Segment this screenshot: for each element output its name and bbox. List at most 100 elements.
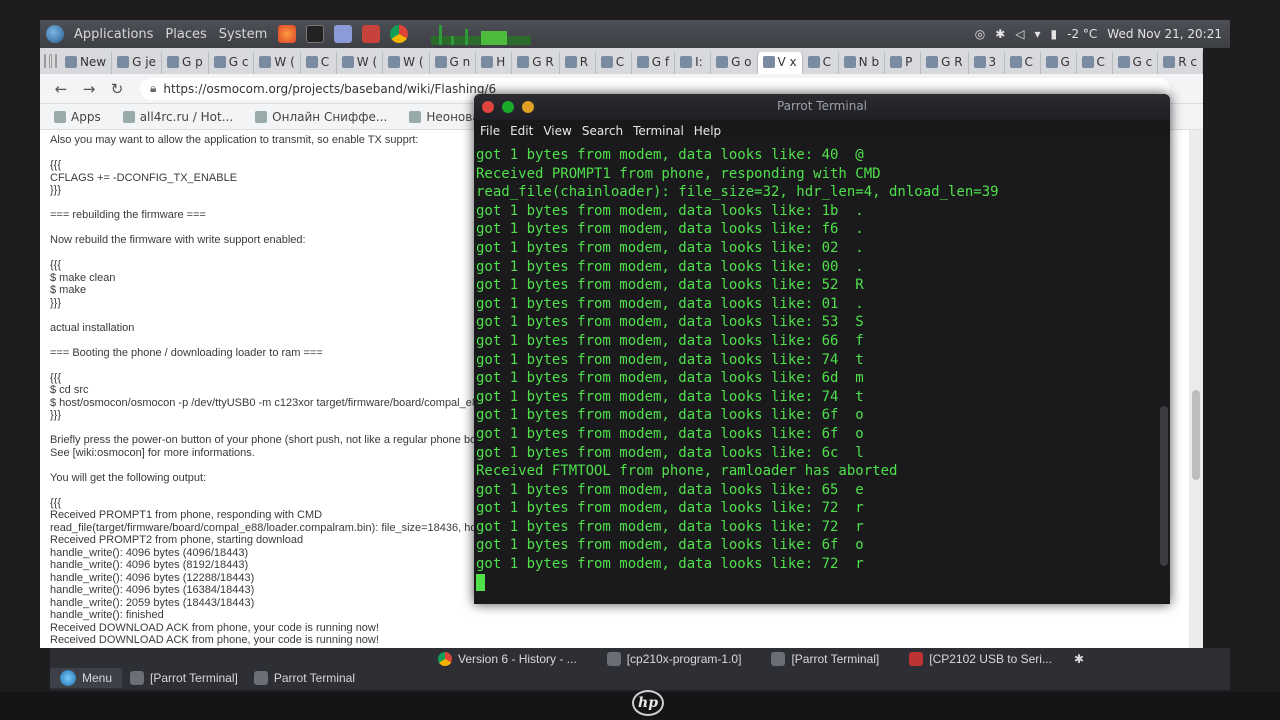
menu-help[interactable]: Help: [694, 124, 721, 138]
browser-tab[interactable]: G o: [711, 52, 758, 74]
browser-tab[interactable]: W (: [254, 52, 301, 74]
terminal-output-line: got 1 bytes from modem, data looks like:…: [476, 556, 864, 573]
back-arrow-icon[interactable]: ←: [50, 80, 72, 98]
start-menu-button[interactable]: Menu: [50, 668, 123, 688]
browser-tab[interactable]: W (: [383, 52, 430, 74]
terminal-output-line: read_file(chainloader): file_size=32, hd…: [476, 184, 999, 201]
browser-tab[interactable]: W (: [337, 52, 384, 74]
globe-icon[interactable]: ◎: [975, 27, 985, 41]
terminal-launcher-icon[interactable]: [306, 25, 325, 43]
terminal-output-line: got 1 bytes from modem, data looks like:…: [476, 258, 864, 275]
terminal-output[interactable]: got 1 bytes from modem, data looks like:…: [474, 142, 1154, 598]
terminal-output-line: got 1 bytes from modem, data looks like:…: [476, 351, 864, 368]
forward-arrow-icon[interactable]: →: [78, 80, 100, 98]
task-cp2102-pdf[interactable]: [CP2102 USB to Seri...: [901, 652, 1060, 666]
browser-tab[interactable]: G p: [162, 52, 209, 74]
firefox-launcher-icon[interactable]: [278, 25, 297, 43]
menu-places[interactable]: Places: [159, 27, 212, 42]
tab-favicon-icon: [1117, 56, 1130, 68]
browser-tab[interactable]: R: [560, 52, 596, 74]
terminal-scrollbar[interactable]: [1160, 146, 1168, 576]
volume-icon[interactable]: ◁: [1015, 27, 1024, 41]
text-editor-launcher-icon[interactable]: [334, 25, 353, 43]
browser-tab[interactable]: H: [476, 52, 513, 74]
app-launcher-icon[interactable]: [362, 25, 381, 43]
menu-search[interactable]: Search: [582, 124, 623, 138]
browser-tab[interactable]: C: [1005, 52, 1041, 74]
accessibility-icon[interactable]: ✱: [995, 27, 1005, 41]
menu-file[interactable]: File: [480, 124, 500, 138]
task-parrot-terminal-3[interactable]: Parrot Terminal: [246, 671, 363, 685]
browser-tab[interactable]: G c: [1113, 52, 1159, 74]
browser-tab[interactable]: C: [1077, 52, 1113, 74]
browser-tab[interactable]: C: [301, 52, 337, 74]
reload-icon[interactable]: ↻: [106, 80, 128, 98]
terminal-titlebar[interactable]: Parrot Terminal: [474, 94, 1170, 120]
browser-tab[interactable]: G R: [921, 52, 969, 74]
menu-view[interactable]: View: [543, 124, 571, 138]
bookmark-sniffer[interactable]: Онлайн Сниффе...: [255, 110, 387, 124]
browser-tab[interactable]: P: [885, 52, 922, 74]
task-parrot-terminal-2[interactable]: [Parrot Terminal]: [122, 671, 246, 685]
tab-label: C: [320, 55, 330, 69]
tab-label: W (: [403, 55, 424, 69]
browser-tab[interactable]: C: [803, 52, 839, 74]
distro-logo-icon[interactable]: [46, 25, 64, 43]
terminal-output-line: got 1 bytes from modem, data looks like:…: [476, 295, 864, 312]
window-minimize-button[interactable]: [49, 54, 52, 68]
menu-terminal[interactable]: Terminal: [633, 124, 684, 138]
window-close-button[interactable]: [44, 54, 47, 68]
tab-favicon-icon: [1081, 56, 1094, 68]
browser-tab[interactable]: G c: [209, 52, 255, 74]
minimize-button[interactable]: [522, 101, 534, 113]
browser-tab[interactable]: G: [1041, 52, 1077, 74]
settings-star-icon[interactable]: ✱: [1074, 652, 1084, 666]
task-parrot-terminal-1[interactable]: [Parrot Terminal]: [763, 652, 887, 666]
tab-favicon-icon: [1163, 56, 1176, 68]
weather-temperature: -2 °C: [1067, 27, 1098, 41]
menu-system[interactable]: System: [213, 27, 273, 42]
bookmark-favicon-icon: [255, 110, 268, 123]
terminal-output-line: got 1 bytes from modem, data looks like:…: [476, 277, 864, 294]
tab-label: G c: [228, 55, 249, 69]
tab-favicon-icon: [843, 56, 856, 68]
maximize-button[interactable]: [502, 101, 514, 113]
browser-scrollbar[interactable]: [1189, 130, 1203, 648]
chrome-launcher-icon[interactable]: [390, 25, 409, 43]
tab-label: W (: [274, 55, 295, 69]
tab-label: G je: [132, 55, 156, 69]
browser-tab[interactable]: C: [596, 52, 632, 74]
browser-tab[interactable]: G f: [632, 52, 676, 74]
browser-tab[interactable]: R c: [1158, 52, 1203, 74]
network-icon[interactable]: ▾: [1034, 27, 1040, 41]
browser-tab[interactable]: N b: [839, 52, 886, 74]
tab-label: G R: [941, 55, 963, 69]
browser-tab[interactable]: G n: [430, 52, 477, 74]
tab-favicon-icon: [1045, 56, 1058, 68]
terminal-output-line: got 1 bytes from modem, data looks like:…: [476, 147, 864, 163]
bookmark-favicon-icon: [409, 110, 422, 123]
battery-icon[interactable]: ▮: [1051, 27, 1058, 41]
bookmark-apps[interactable]: Apps: [54, 110, 101, 124]
menu-logo-icon: [60, 670, 76, 686]
photo-of-laptop-screen: Applications Places System ◎ ✱ ◁ ▾ ▮ -2 …: [0, 0, 1280, 720]
browser-tab[interactable]: V x: [757, 52, 803, 74]
clock[interactable]: Wed Nov 21, 20:21: [1107, 27, 1222, 41]
menu-edit[interactable]: Edit: [510, 124, 533, 138]
terminal-output-line: got 1 bytes from modem, data looks like:…: [476, 500, 864, 517]
terminal-menubar: File Edit View Search Terminal Help: [474, 120, 1170, 142]
browser-tab[interactable]: 3: [969, 52, 1005, 74]
browser-tab[interactable]: New: [60, 52, 113, 74]
menu-applications[interactable]: Applications: [68, 27, 159, 42]
tab-label: New: [79, 55, 107, 69]
browser-tab[interactable]: G R: [512, 52, 560, 74]
close-button[interactable]: [482, 101, 494, 113]
window-maximize-button[interactable]: [54, 54, 57, 68]
task-browser-history[interactable]: Version 6 - History - ...: [430, 652, 585, 666]
browser-tab[interactable]: G je: [112, 52, 162, 74]
task-cp210x-folder[interactable]: [cp210x-program-1.0]: [599, 652, 750, 666]
bookmark-all4rc[interactable]: all4rc.ru / Hot...: [122, 110, 233, 124]
wiki-text-line: Received DOWNLOAD ACK from phone, your c…: [50, 634, 379, 646]
terminal-output-line: got 1 bytes from modem, data looks like:…: [476, 388, 864, 405]
browser-tab[interactable]: I:: [675, 52, 712, 74]
